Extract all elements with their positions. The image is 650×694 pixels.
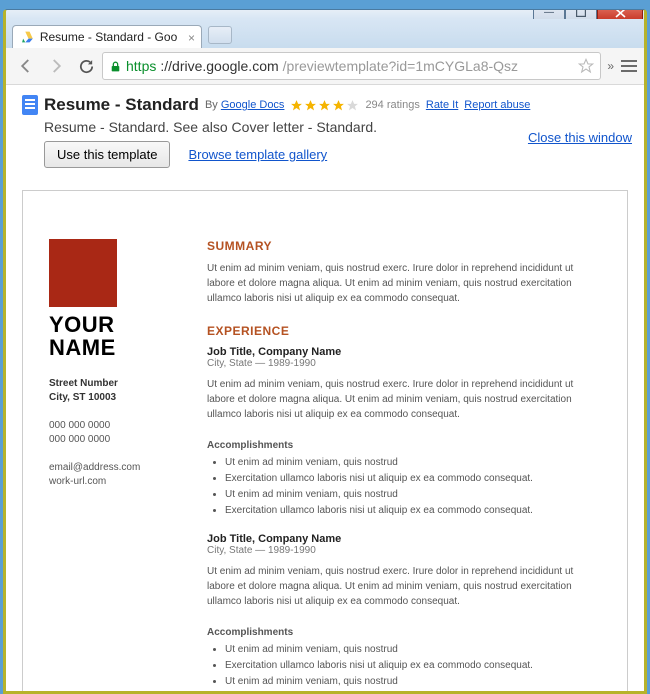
resume-contact: email@address.com work-url.com [49,461,185,489]
by-label: By Google Docs [205,99,285,111]
bullet-item: Exercitation ullamco laboris nisi ut ali… [225,690,601,691]
summary-heading: SUMMARY [207,239,601,253]
back-button[interactable] [12,52,40,80]
bullet-item: Ut enim ad minim veniam, quis nostrud [225,674,601,690]
summary-body: Ut enim ad minim veniam, quis nostrud ex… [207,261,601,306]
template-title: Resume - Standard [44,95,199,115]
overflow-chevrons-icon[interactable]: » [607,59,614,73]
resume-phones: 000 000 0000 000 000 0000 [49,419,185,447]
url-scheme: https [126,58,156,74]
google-docs-icon [22,95,38,115]
new-tab-button[interactable] [208,26,232,44]
address-bar[interactable]: https://drive.google.com/previewtemplate… [102,52,601,80]
tab-title: Resume - Standard - Goo… [40,30,177,44]
url-path: /previewtemplate?id=1mCYGLa8-Qsz [283,58,518,74]
bullet-item: Exercitation ullamco laboris nisi ut ali… [225,503,601,519]
report-abuse-link[interactable]: Report abuse [464,99,530,111]
browse-gallery-link[interactable]: Browse template gallery [188,147,327,162]
url-host: ://drive.google.com [160,58,278,74]
bookmark-star-icon[interactable] [578,58,594,74]
browser-tab-active[interactable]: Resume - Standard - Goo… × [12,25,202,48]
use-template-button[interactable]: Use this template [44,141,170,168]
rate-it-link[interactable]: Rate It [426,99,458,111]
author-link[interactable]: Google Docs [221,99,285,111]
browser-tabstrip: Resume - Standard - Goo… × [6,19,644,48]
browser-toolbar: https://drive.google.com/previewtemplate… [6,48,644,85]
job-entry: Job Title, Company Name City, State — 19… [207,533,601,691]
ratings-count: 294 ratings [365,99,419,111]
bullet-item: Ut enim ad minim veniam, quis nostrud [225,487,601,503]
chrome-menu-button[interactable] [620,60,638,72]
reload-button[interactable] [72,52,100,80]
star-rating [290,99,359,112]
bullet-item: Ut enim ad minim veniam, quis nostrud [225,455,601,471]
resume-name: YOUR NAME [49,313,185,359]
forward-button[interactable] [42,52,70,80]
resume-address: Street Number City, ST 10003 [49,377,185,405]
experience-heading: EXPERIENCE [207,324,601,338]
bullet-item: Exercitation ullamco laboris nisi ut ali… [225,658,601,674]
google-drive-icon [21,30,34,44]
bullet-item: Exercitation ullamco laboris nisi ut ali… [225,471,601,487]
lock-icon [109,60,122,73]
close-window-link[interactable]: Close this window [528,130,632,145]
tab-close-icon[interactable]: × [188,31,195,45]
bullet-item: Ut enim ad minim veniam, quis nostrud [225,642,601,658]
document-preview: YOUR NAME Street Number City, ST 10003 0… [22,190,628,691]
resume-photo-placeholder [49,239,117,307]
job-entry: Job Title, Company Name City, State — 19… [207,346,601,519]
